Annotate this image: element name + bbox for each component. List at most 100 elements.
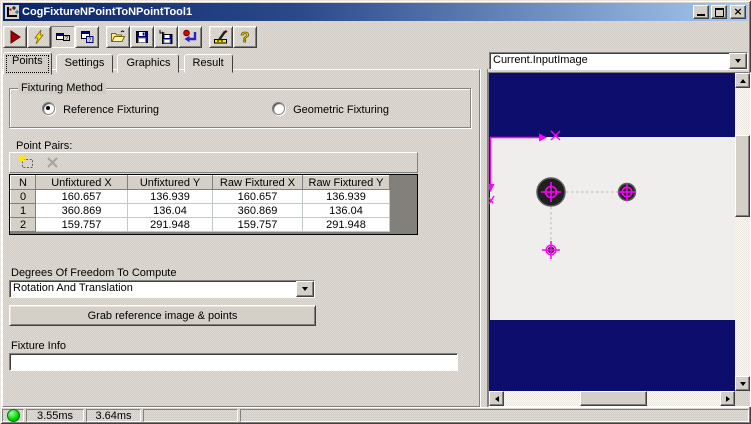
grid-row-2: 2 159.757 291.948 159.757 291.948 xyxy=(10,217,390,232)
reset-button[interactable] xyxy=(178,26,202,48)
vertical-scrollbar[interactable] xyxy=(735,73,750,391)
fixture-info-label: Fixture Info xyxy=(11,340,67,352)
panel-splitter[interactable] xyxy=(480,69,488,407)
trigger-button[interactable] xyxy=(27,26,51,48)
scroll-right-button[interactable] xyxy=(720,391,735,406)
cell[interactable]: 160.657 xyxy=(35,189,128,204)
col-n: N xyxy=(10,175,36,190)
image-display-panel xyxy=(488,72,751,407)
tab-focus-rect xyxy=(6,55,49,73)
grab-reference-button[interactable]: Grab reference image & points xyxy=(9,305,316,326)
chevron-down-icon xyxy=(302,287,308,294)
cell[interactable]: 136.04 xyxy=(127,203,213,218)
tab-graphics[interactable]: Graphics xyxy=(117,54,180,73)
edit-tool-icon xyxy=(214,29,228,44)
grid-row-1: 1 360.869 136.04 360.869 136.04 xyxy=(10,203,390,218)
arrow-left-icon xyxy=(492,395,499,402)
radio-geometric-icon xyxy=(272,102,285,115)
image-canvas[interactable] xyxy=(489,73,735,391)
edit-tool-button[interactable] xyxy=(209,26,233,48)
show-tool-display-button[interactable]: ? xyxy=(51,26,75,48)
col-raw-fixtured-x: Raw Fixtured X xyxy=(212,175,303,190)
svg-text:?: ? xyxy=(240,29,249,45)
cell[interactable]: 360.869 xyxy=(212,203,303,218)
delete-point-button[interactable] xyxy=(42,154,64,172)
horizontal-scroll-thumb[interactable] xyxy=(580,391,647,406)
save-button[interactable] xyxy=(130,26,154,48)
col-unfixtured-x: Unfixtured X xyxy=(35,175,128,190)
point-pairs-grid: N Unfixtured X Unfixtured Y Raw Fixtured… xyxy=(9,174,418,235)
fixturing-method-group: Fixturing Method Reference Fixturing Geo… xyxy=(9,82,471,128)
run-button[interactable] xyxy=(3,26,27,48)
status-time-1: 3.55ms xyxy=(26,409,84,422)
cell[interactable]: 291.948 xyxy=(127,217,213,232)
grid-header-row: N Unfixtured X Unfixtured Y Raw Fixtured… xyxy=(10,175,390,190)
tab-points[interactable]: Points xyxy=(3,52,52,75)
cell[interactable]: 160.657 xyxy=(212,189,303,204)
cell[interactable]: 291.948 xyxy=(302,217,390,232)
help-icon: ? xyxy=(240,29,250,45)
cell[interactable]: 136.939 xyxy=(127,189,213,204)
svg-text:?: ? xyxy=(65,36,68,42)
save-as-button[interactable] xyxy=(154,26,178,48)
dof-value: Rotation And Translation xyxy=(13,282,133,294)
radio-reference-fixturing[interactable]: Reference Fixturing xyxy=(42,102,159,116)
scroll-left-button[interactable] xyxy=(489,391,504,406)
window-title: CogFixtureNPointToNPointTool1 xyxy=(22,6,193,18)
save-as-icon xyxy=(159,30,173,44)
radio-geometric-fixturing[interactable]: Geometric Fixturing xyxy=(272,102,389,116)
radio-reference-icon xyxy=(42,102,55,115)
image-source-dropdown-button[interactable] xyxy=(729,53,747,69)
dof-dropdown-button[interactable] xyxy=(296,281,314,297)
open-button[interactable] xyxy=(106,26,130,48)
input-image xyxy=(490,137,735,320)
point-pairs-table: N Unfixtured X Unfixtured Y Raw Fixtured… xyxy=(10,175,390,232)
fixturing-method-label: Fixturing Method xyxy=(18,82,106,94)
status-bar: 3.55ms 3.64ms xyxy=(2,407,749,422)
tab-result[interactable]: Result xyxy=(183,54,233,73)
minimize-button[interactable] xyxy=(693,5,709,19)
delete-point-icon xyxy=(47,156,58,168)
cell[interactable]: 159.757 xyxy=(35,217,128,232)
reset-icon xyxy=(183,29,197,43)
cell[interactable]: 136.939 xyxy=(302,189,390,204)
tab-strip: Points Settings Graphics Result xyxy=(3,52,473,75)
cell[interactable]: 360.869 xyxy=(35,203,128,218)
col-raw-fixtured-y: Raw Fixtured Y xyxy=(302,175,390,190)
run-icon xyxy=(10,30,21,44)
tool-display-icon: ? xyxy=(56,33,70,42)
dof-combobox[interactable]: Rotation And Translation xyxy=(9,280,315,298)
grid-row-0: 0 160.657 136.939 160.657 136.939 xyxy=(10,189,390,204)
tab-settings[interactable]: Settings xyxy=(55,54,114,73)
status-panel-4 xyxy=(240,409,749,422)
titlebar[interactable]: CogFixtureNPointToNPointTool1 × xyxy=(3,3,748,21)
svg-text:?: ? xyxy=(88,38,91,44)
scroll-down-button[interactable] xyxy=(735,376,750,391)
maximize-button[interactable] xyxy=(711,5,727,19)
arrow-down-icon xyxy=(739,381,746,389)
save-icon xyxy=(136,31,148,43)
main-toolbar: ? ? ? xyxy=(3,25,748,49)
points-tab-page: Fixturing Method Reference Fixturing Geo… xyxy=(2,69,480,407)
maximize-icon xyxy=(714,8,724,17)
image-source-combobox[interactable]: Current.InputImage xyxy=(489,52,748,70)
close-icon: × xyxy=(733,5,743,18)
image-source-value: Current.InputImage xyxy=(493,54,588,66)
add-point-button[interactable] xyxy=(16,154,36,172)
close-button[interactable]: × xyxy=(730,5,746,19)
status-panel-3 xyxy=(143,409,238,422)
status-led-icon xyxy=(6,409,20,422)
arrow-right-icon xyxy=(725,395,733,402)
cell[interactable]: 136.04 xyxy=(302,203,390,218)
vertical-scroll-thumb[interactable] xyxy=(735,135,750,217)
fixture-info-input[interactable] xyxy=(9,353,458,371)
float-window-button[interactable]: ? xyxy=(75,26,99,48)
help-button[interactable]: ? xyxy=(233,26,257,48)
horizontal-scrollbar[interactable] xyxy=(489,391,735,406)
cell[interactable]: 159.757 xyxy=(212,217,303,232)
cog-fixture-tool-window: CogFixtureNPointToNPointTool1 × ? ? ? Po… xyxy=(0,0,751,424)
scroll-up-button[interactable] xyxy=(735,73,750,88)
tab-result-label: Result xyxy=(192,57,224,69)
add-point-icon xyxy=(18,154,33,168)
col-unfixtured-y: Unfixtured Y xyxy=(127,175,213,190)
